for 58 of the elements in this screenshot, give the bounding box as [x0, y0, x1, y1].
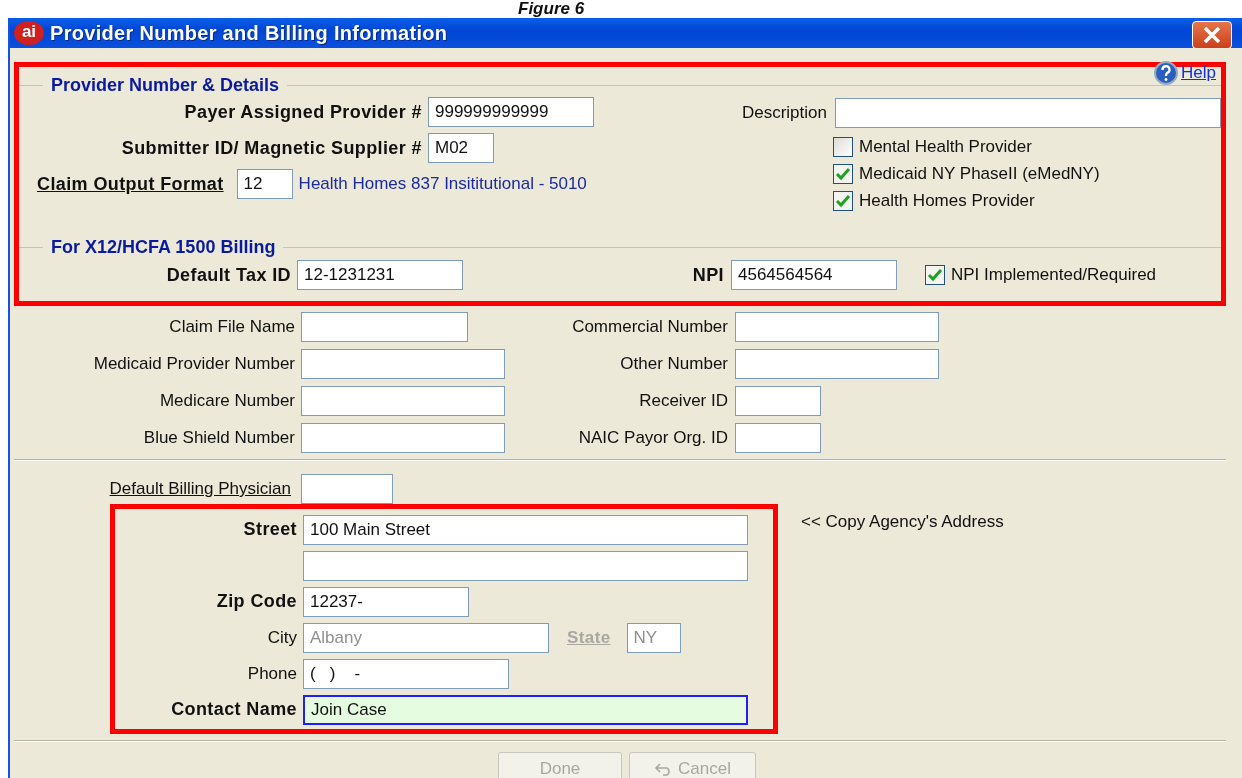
payer-provider-field[interactable]: 999999999999: [428, 97, 594, 127]
checkbox-label: Medicaid NY PhaseII (eMedNY): [859, 164, 1100, 184]
field-label: Other Number: [619, 353, 729, 374]
field-label: Medicare Number: [158, 390, 296, 411]
field-label: Contact Name: [170, 699, 298, 720]
field-label: Claim File Name: [168, 316, 296, 337]
contact-name-field[interactable]: Join Case: [303, 694, 748, 725]
claim-format-link[interactable]: Claim Output Format: [37, 173, 237, 195]
billing-physician-field[interactable]: [301, 474, 393, 504]
close-button[interactable]: [1192, 21, 1232, 49]
number-field[interactable]: [735, 385, 821, 416]
field-label: NPI: [691, 264, 725, 286]
field-label: Blue Shield Number: [142, 427, 296, 448]
section-legend: For X12/HCFA 1500 Billing: [51, 236, 276, 258]
checkbox[interactable]: [833, 191, 853, 211]
field-label: Phone: [246, 663, 298, 684]
section-legend: Provider Number & Details: [51, 74, 280, 96]
field-label: Medicaid Provider Number: [92, 353, 296, 374]
number-field[interactable]: [735, 422, 821, 453]
checkbox-label: NPI Implemented/Required: [951, 265, 1157, 285]
close-icon: [1201, 25, 1223, 45]
field-label: Submitter ID/ Magnetic Supplier #: [120, 137, 423, 159]
street-field[interactable]: [303, 550, 748, 581]
field-label: Zip Code: [215, 591, 298, 612]
format-description: Health Homes 837 Insititutional - 5010: [298, 174, 587, 194]
field-label: Payer Assigned Provider #: [183, 101, 423, 123]
copy-address-link[interactable]: << Copy Agency's Address: [801, 512, 1004, 534]
help-link[interactable]: Help: [1181, 63, 1216, 83]
field-label: Default Tax ID: [165, 264, 292, 286]
window-title: Provider Number and Billing Information: [50, 21, 449, 45]
street-field[interactable]: 100 Main Street: [303, 514, 748, 545]
description-field[interactable]: [835, 98, 1221, 128]
field-label: Description: [740, 103, 828, 123]
checkbox[interactable]: [833, 164, 853, 184]
npi-field[interactable]: 4564564564: [731, 260, 897, 290]
number-field[interactable]: [301, 311, 468, 342]
number-field[interactable]: [735, 311, 939, 342]
claim-format-field[interactable]: 12: [236, 169, 293, 199]
zip-code-field[interactable]: 12237-: [303, 586, 469, 617]
number-field[interactable]: [301, 385, 505, 416]
phone-field[interactable]: ( ) -: [303, 658, 509, 689]
field-label: Commercial Number: [571, 316, 729, 337]
field-label: City: [266, 627, 298, 648]
app-logo: ai: [14, 21, 44, 45]
figure-caption: Figure 6: [517, 0, 586, 18]
checkbox-label: Health Homes Provider: [859, 191, 1035, 211]
checkbox[interactable]: [833, 137, 853, 157]
number-field[interactable]: [301, 422, 505, 453]
number-field[interactable]: [735, 348, 939, 379]
tax-id-field[interactable]: 12-1231231: [297, 260, 463, 290]
number-field[interactable]: [301, 348, 505, 379]
field-label: Street: [242, 519, 298, 540]
field-label: NAIC Payor Org. ID: [577, 427, 729, 448]
checkbox-label: Mental Health Provider: [859, 137, 1032, 157]
billing-physician-link[interactable]: Default Billing Physician: [14, 479, 301, 499]
checkbox[interactable]: [925, 265, 945, 285]
submitter-id-field[interactable]: M02: [428, 133, 494, 163]
field-label: Receiver ID: [638, 390, 729, 411]
